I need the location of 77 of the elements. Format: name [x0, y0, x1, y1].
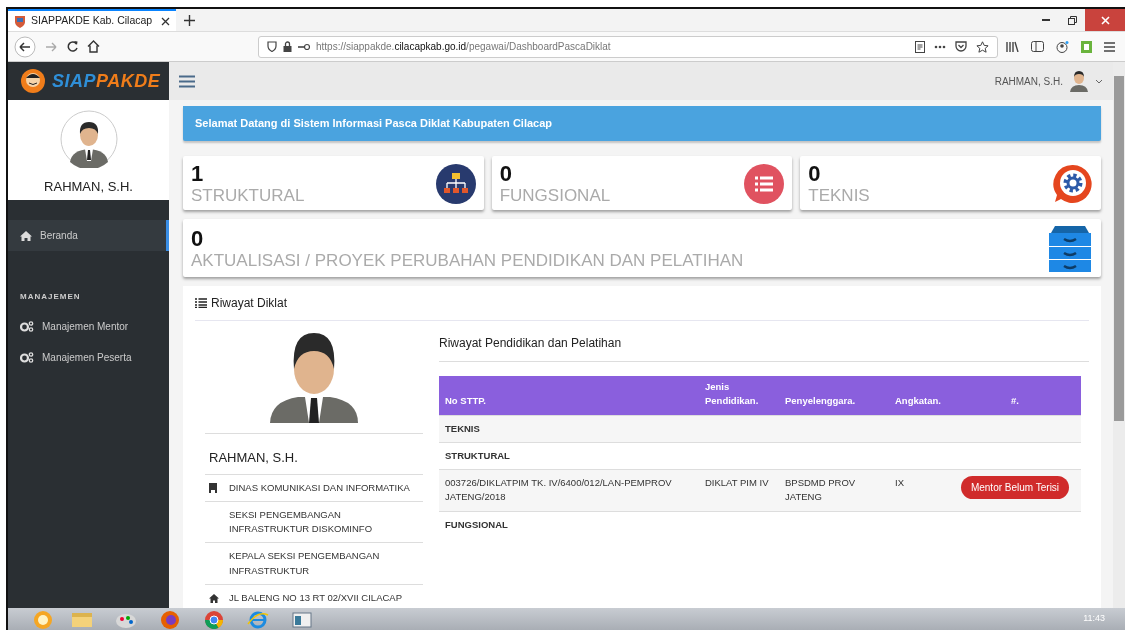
sidebar-item[interactable]: Manajemen Peserta: [8, 342, 169, 373]
column-header: Jenis Pendidikan.: [699, 376, 779, 416]
detail-text: KEPALA SEKSI PENGEMBANGAN INFRASTRUKTUR: [229, 549, 381, 578]
caret-icon[interactable]: [1095, 78, 1103, 84]
mascot-logo-icon: [20, 68, 46, 94]
stat-label: FUNGSIONAL: [499, 185, 612, 207]
home-button[interactable]: [87, 40, 100, 53]
stat-value: 0: [499, 161, 513, 186]
close-button[interactable]: [1085, 9, 1125, 31]
back-button[interactable]: [14, 35, 36, 58]
scrollbar[interactable]: [1113, 62, 1125, 608]
table-cell: BPSDMD PROV JATENG: [779, 469, 889, 512]
group-label: FUNGSIONAL: [439, 511, 1081, 538]
drawers-icon: [1047, 225, 1093, 274]
list-icon: [744, 163, 785, 204]
stat-value: 0: [808, 161, 822, 186]
detail-text: JL BALENG NO 13 RT 02/XVII CILACAP: [229, 590, 402, 605]
reader-view-icon[interactable]: [915, 40, 925, 53]
avatar-silhouette: [59, 110, 118, 168]
table-cell: 003726/DIKLATPIM TK. IV/6400/012/LAN-PEMPROV JATENG/2018: [439, 469, 699, 512]
section-heading: MANAJEMEN: [19, 291, 82, 303]
hierarchy-icon: [435, 163, 476, 204]
column-header: Angkatan.: [889, 376, 949, 416]
profile-name: RAHMAN, S.H.: [44, 178, 133, 196]
lock-icon: [283, 41, 292, 52]
profile-name: RAHMAN, S.H.: [205, 433, 423, 474]
stat-label: STRUKTURAL: [191, 185, 306, 207]
url-text: https://siappakde.cilacapkab.go.id/pegawai/DashboardPascaDiklat: [316, 40, 611, 54]
mentor-status-button[interactable]: Mentor Belum Terisi: [960, 476, 1070, 500]
panel-title: Riwayat Diklat: [211, 295, 288, 313]
pocket-icon[interactable]: [955, 41, 967, 52]
close-icon: [1100, 16, 1110, 26]
building-icon: [209, 483, 217, 494]
avatar-silhouette: [1069, 70, 1089, 92]
extension-icon[interactable]: [1081, 40, 1092, 53]
key-icon: [298, 42, 310, 51]
tab-title: SIAPPAKDE Kab. Cilacap: [31, 13, 153, 29]
stat-label: AKTUALISASI / PROYEK PERUBAHAN PENDIDIKAN DAN PELATIHAN: [191, 250, 745, 272]
restore-icon[interactable]: [1067, 15, 1077, 25]
app-logo-text: SIAPPAKDE: [52, 72, 161, 90]
gear-chat-icon: [1052, 163, 1093, 204]
user-name[interactable]: RAHMAN, S.H.: [994, 73, 1063, 89]
stat-value: 0: [191, 226, 205, 251]
shield-icon: [267, 41, 277, 52]
shield-logo-icon: [14, 14, 26, 28]
sidebar-icon[interactable]: [1031, 41, 1044, 52]
column-header: #.: [949, 376, 1081, 416]
browser-tab[interactable]: SIAPPAKDE Kab. Cilacap: [8, 9, 176, 31]
more-icon[interactable]: [934, 44, 946, 49]
column-header: Penyelenggara.: [779, 376, 889, 416]
gears-icon: [20, 321, 34, 332]
table-title: Riwayat Pendidikan dan Pelatihan: [439, 321, 1089, 363]
library-icon[interactable]: [1006, 41, 1019, 52]
table-cell: DIKLAT PIM IV: [699, 469, 779, 512]
clock-time: 11:43: [1083, 612, 1106, 626]
gears-icon: [20, 352, 34, 363]
stat-label: TEKNIS: [808, 185, 871, 207]
menu-icon[interactable]: [1104, 41, 1115, 52]
account-icon[interactable]: [1056, 40, 1069, 53]
detail-text: SEKSI PENGEMBANGAN INFRASTRUKTUR DISKOMINFO: [229, 507, 374, 537]
reload-button[interactable]: [66, 40, 79, 53]
home-icon: [20, 230, 32, 241]
sidebar-item[interactable]: Beranda: [8, 220, 169, 251]
address-bar[interactable]: https://siappakde.cilacapkab.go.id/pegawai/DashboardPascaDiklat: [258, 35, 998, 58]
table-cell: IX: [889, 469, 949, 512]
welcome-banner: Selamat Datang di Sistem Informasi Pasca Diklat Kabupaten Cilacap: [183, 106, 1101, 141]
column-header: No STTP.: [439, 376, 699, 416]
detail-text: DINAS KOMUNIKASI DAN INFORMATIKA: [229, 480, 410, 495]
group-label: TEKNIS: [439, 415, 1081, 443]
close-icon[interactable]: [161, 16, 170, 26]
plus-icon[interactable]: [184, 14, 195, 26]
sidebar-item[interactable]: Manajemen Mentor: [8, 311, 169, 342]
home-icon: [209, 593, 219, 603]
stat-value: 1: [191, 161, 205, 186]
menu-toggle-button[interactable]: [179, 74, 195, 88]
star-icon[interactable]: [976, 40, 989, 53]
list-icon: [195, 298, 207, 309]
